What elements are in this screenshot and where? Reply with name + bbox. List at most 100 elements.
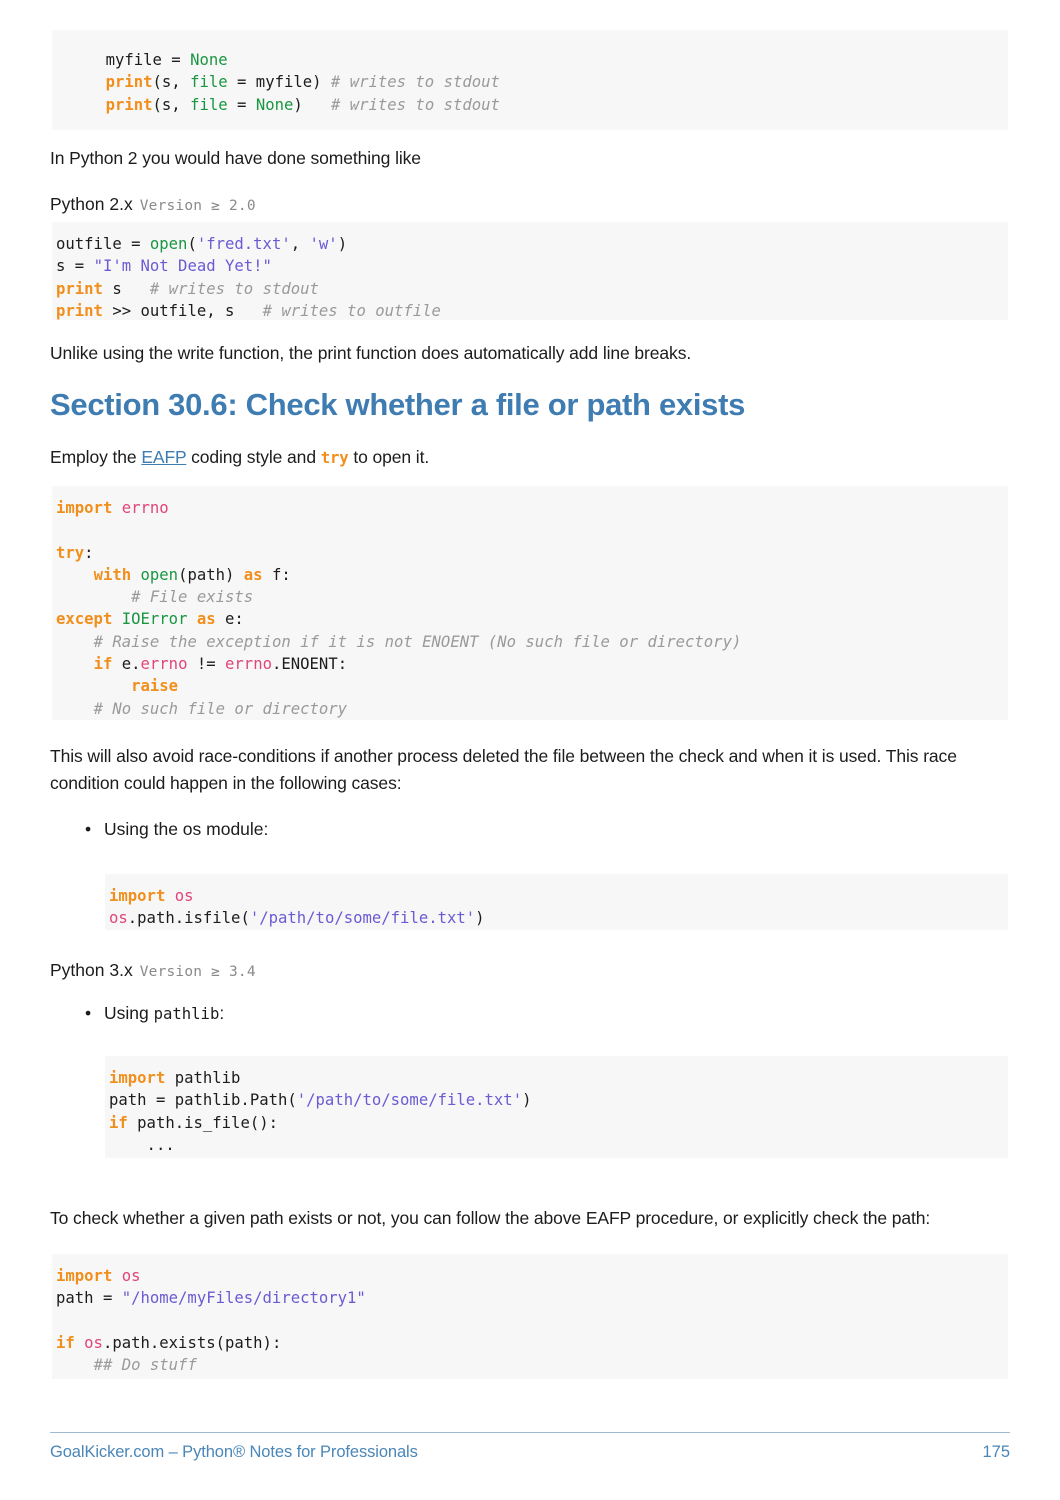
code-token: # writes to outfile [262, 301, 441, 320]
version-name: Python 3.x [50, 960, 133, 980]
code-token: as [243, 565, 263, 584]
code-token: != [187, 655, 226, 674]
code-block-os-exists: import os path = "/home/myFiles/director… [52, 1254, 1008, 1379]
code-block-os-isfile: import os os.path.isfile('/path/to/some/… [105, 874, 1008, 930]
paragraph-eafp-suffix: to open it. [348, 447, 430, 467]
code-token: os [109, 909, 128, 928]
inline-code-try: try [320, 449, 349, 467]
code-token: , [290, 235, 310, 253]
code-token: # writes to stdout [149, 279, 319, 298]
code-token: # writes to stdout [330, 95, 500, 114]
code-token: import [109, 1069, 166, 1087]
code-token: import [56, 1267, 113, 1285]
paragraph-python2-intro: In Python 2 you would have done somethin… [50, 148, 421, 168]
code-token: ## Do stuff [93, 1356, 197, 1375]
code-token: f: [262, 565, 291, 584]
code-token: as [196, 610, 216, 629]
code-token: open [149, 235, 188, 253]
version-number: Version ≥ 3.4 [139, 964, 256, 980]
version-label-python2: Python 2.x Version ≥ 2.0 [50, 194, 256, 215]
code-token: print [56, 301, 103, 320]
paragraph-eafp-middle: coding style and [186, 447, 321, 467]
code-token: "/home/myFiles/directory1" [121, 1289, 366, 1308]
code-token: import [109, 887, 166, 905]
code-token: ... [109, 1135, 175, 1154]
code-token: (s, [152, 73, 191, 92]
code-token: e. [112, 655, 141, 674]
eafp-link[interactable]: EAFP [141, 447, 186, 467]
code-token: path = pathlib.Path( [109, 1091, 297, 1110]
code-token: ) [522, 1091, 532, 1110]
paragraph-line-breaks: Unlike using the write function, the pri… [50, 343, 692, 363]
code-token: errno [225, 655, 272, 674]
code-token: raise [131, 677, 179, 696]
code-token: s [102, 279, 150, 298]
code-token: file [190, 73, 228, 92]
document-page: myfile = None print(s, file = myfile) # … [0, 0, 1060, 1500]
code-token: None [255, 95, 294, 114]
code-token: pathlib [165, 1069, 241, 1087]
code-token: outfile = [56, 235, 150, 253]
code-token: print [105, 95, 153, 114]
code-token: IOError [121, 610, 188, 629]
code-token: ( [187, 235, 197, 253]
code-token: .path.isfile( [127, 909, 250, 928]
code-token: with [93, 565, 132, 584]
version-name: Python 2.x [50, 194, 133, 214]
code-token: .path.exists(path): [102, 1333, 282, 1352]
code-token: ) [475, 909, 485, 928]
code-block-python2-print: outfile = open('fred.txt', 'w') s = "I'm… [52, 222, 1008, 320]
code-token: errno [140, 655, 188, 674]
code-token: if [109, 1113, 128, 1132]
code-token: # File exists [131, 588, 254, 607]
list-item-suffix: : [219, 1003, 225, 1023]
code-token: (path) [178, 565, 244, 584]
code-token: os [84, 1333, 103, 1352]
code-token: >> outfile, s [102, 301, 263, 320]
bullet-marker: • [85, 819, 92, 839]
code-block-pathlib: import pathlib path = pathlib.Path('/pat… [105, 1056, 1008, 1158]
list-item-os-module: • Using the os module: [85, 816, 785, 843]
code-token: open [140, 565, 179, 584]
code-token: errno [121, 499, 169, 517]
code-token: None [190, 51, 228, 69]
list-item-prefix: Using [104, 1003, 154, 1023]
code-token: (s, [152, 95, 191, 114]
code-token: # No such file or directory [93, 699, 348, 718]
code-token: "I'm Not Dead Yet!" [93, 257, 272, 276]
list-item-label: Using pathlib: [104, 1000, 224, 1028]
footer-divider [50, 1432, 1010, 1433]
code-token: = [227, 95, 256, 114]
code-token: file [190, 95, 228, 114]
list-item-pathlib: • Using pathlib: [85, 1000, 785, 1028]
code-token: if [93, 655, 113, 674]
code-token: : [84, 543, 94, 562]
code-token: path = [56, 1289, 122, 1308]
code-token: '/path/to/some/file.txt' [249, 909, 476, 928]
code-token: print [105, 73, 153, 92]
code-token: e: [215, 610, 244, 629]
code-token: = myfile) [227, 73, 331, 92]
version-label-python3: Python 3.x Version ≥ 3.4 [50, 960, 256, 981]
footer-attribution: GoalKicker.com – Python® Notes for Profe… [50, 1443, 418, 1461]
list-item-label: Using the os module: [104, 819, 269, 839]
code-block-print-file: myfile = None print(s, file = myfile) # … [52, 30, 1008, 130]
code-token: import [56, 499, 113, 517]
version-number: Version ≥ 2.0 [139, 198, 256, 214]
code-token: # Raise the exception if it is not ENOEN… [93, 632, 742, 651]
